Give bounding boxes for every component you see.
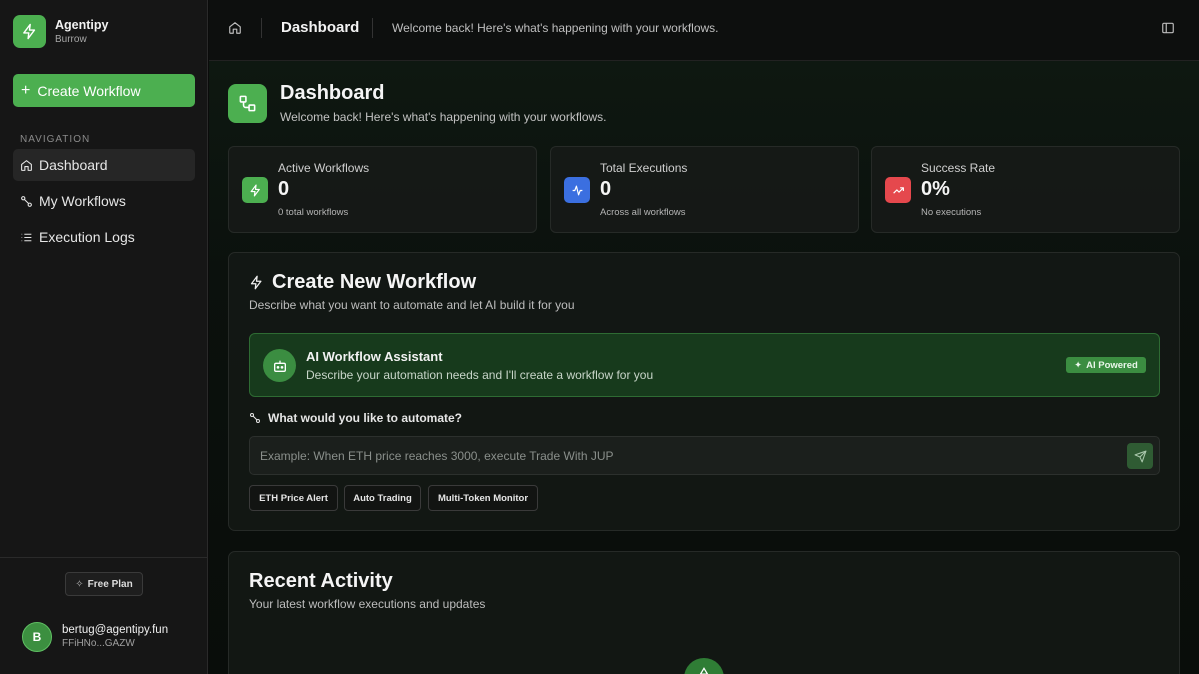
stat-card-active-workflows: Active Workflows 0 0 total workflows	[228, 146, 537, 233]
sidebar-footer: ✧ Free Plan B bertug@agentipy.fun FFiHNo…	[0, 557, 208, 674]
suggestion-chip-auto-trading[interactable]: Auto Trading	[344, 485, 421, 511]
list-icon	[20, 231, 33, 244]
prompt-box	[249, 436, 1160, 475]
brand-subtitle: Burrow	[55, 33, 87, 45]
send-button[interactable]	[1127, 443, 1153, 469]
zap-icon	[249, 274, 264, 291]
activity-empty-icon	[684, 658, 724, 674]
page-subtitle: Welcome back! Here's what's happening wi…	[280, 110, 607, 124]
recent-activity-subtitle: Your latest workflow executions and upda…	[249, 597, 486, 611]
stat-value: 0%	[921, 178, 950, 200]
stat-label: Success Rate	[921, 161, 996, 175]
main-content: Dashboard Welcome back! Here's what's ha…	[209, 0, 1199, 674]
stat-note: No executions	[921, 207, 982, 218]
home-icon[interactable]	[228, 21, 242, 35]
divider	[372, 18, 373, 38]
create-workflow-label: Create Workflow	[37, 82, 141, 99]
create-workflow-card: Create New Workflow Describe what you wa…	[228, 252, 1180, 531]
suggestion-chip-eth-price-alert[interactable]: ETH Price Alert	[249, 485, 338, 511]
sidebar: Agentipy Burrow + Create Workflow NAVIGA…	[0, 0, 208, 674]
create-workflow-subtitle: Describe what you want to automate and l…	[249, 298, 575, 312]
sparkle-icon: ✦	[1074, 359, 1083, 371]
send-icon	[1134, 450, 1146, 462]
brand[interactable]: Agentipy Burrow	[13, 15, 108, 48]
divider	[261, 18, 262, 38]
plus-icon: +	[21, 81, 31, 99]
recent-activity-title: Recent Activity	[249, 570, 393, 592]
sidebar-item-label: My Workflows	[39, 193, 126, 209]
workflow-icon	[249, 412, 261, 424]
sidebar-item-dashboard[interactable]: Dashboard	[13, 149, 195, 181]
topbar: Dashboard Welcome back! Here's what's ha…	[209, 0, 1199, 61]
stat-label: Total Executions	[600, 161, 688, 175]
prompt-question: What would you like to automate?	[268, 411, 463, 425]
workflow-icon	[20, 195, 33, 208]
sidebar-item-label: Execution Logs	[39, 229, 135, 245]
stat-note: Across all workflows	[600, 207, 686, 218]
sidebar-item-my-workflows[interactable]: My Workflows	[13, 185, 195, 217]
ai-powered-badge: ✦ AI Powered	[1066, 357, 1146, 373]
assistant-title: AI Workflow Assistant	[306, 349, 443, 364]
plan-label: Free Plan	[87, 578, 133, 590]
stat-card-total-executions: Total Executions 0 Across all workflows	[550, 146, 859, 233]
activity-icon	[564, 177, 590, 203]
topbar-subtitle: Welcome back! Here's what's happening wi…	[392, 21, 719, 35]
stat-note: 0 total workflows	[278, 207, 349, 218]
stat-value: 0	[278, 178, 290, 200]
prompt-label: What would you like to automate?	[249, 411, 462, 425]
workflow-icon	[228, 84, 267, 123]
avatar: B	[22, 622, 52, 652]
automation-prompt-input[interactable]	[260, 446, 1110, 466]
create-workflow-button[interactable]: + Create Workflow	[13, 74, 195, 107]
create-workflow-title: Create New Workflow	[272, 271, 477, 293]
plan-badge[interactable]: ✧ Free Plan	[65, 572, 143, 596]
stat-label: Active Workflows	[278, 161, 370, 175]
user-profile[interactable]: B bertug@agentipy.fun FFiHNo...GAZW	[22, 622, 168, 652]
zap-icon	[13, 15, 46, 48]
sparkle-icon: ✧	[75, 578, 84, 590]
user-wallet-id: FFiHNo...GAZW	[62, 638, 135, 649]
nav-heading: NAVIGATION	[20, 134, 91, 145]
suggestion-chip-multi-token-monitor[interactable]: Multi-Token Monitor	[428, 485, 538, 511]
zap-icon	[242, 177, 268, 203]
breadcrumb-title: Dashboard	[281, 19, 360, 36]
sidebar-toggle-icon[interactable]	[1161, 21, 1175, 35]
recent-activity-card: Recent Activity Your latest workflow exe…	[228, 551, 1180, 674]
user-email: bertug@agentipy.fun	[62, 624, 169, 636]
sidebar-item-execution-logs[interactable]: Execution Logs	[13, 221, 195, 253]
home-icon	[20, 159, 33, 172]
bot-icon	[263, 349, 296, 382]
stat-card-success-rate: Success Rate 0% No executions	[871, 146, 1180, 233]
badge-label: AI Powered	[1086, 359, 1138, 371]
ai-assistant-banner: AI Workflow Assistant Describe your auto…	[249, 333, 1160, 397]
create-workflow-heading: Create New Workflow	[249, 271, 476, 294]
page-title: Dashboard	[280, 82, 385, 104]
brand-name: Agentipy	[55, 17, 109, 32]
sidebar-item-label: Dashboard	[39, 157, 108, 173]
stat-value: 0	[600, 178, 612, 200]
assistant-subtitle: Describe your automation needs and I'll …	[306, 368, 654, 382]
trending-up-icon	[885, 177, 911, 203]
